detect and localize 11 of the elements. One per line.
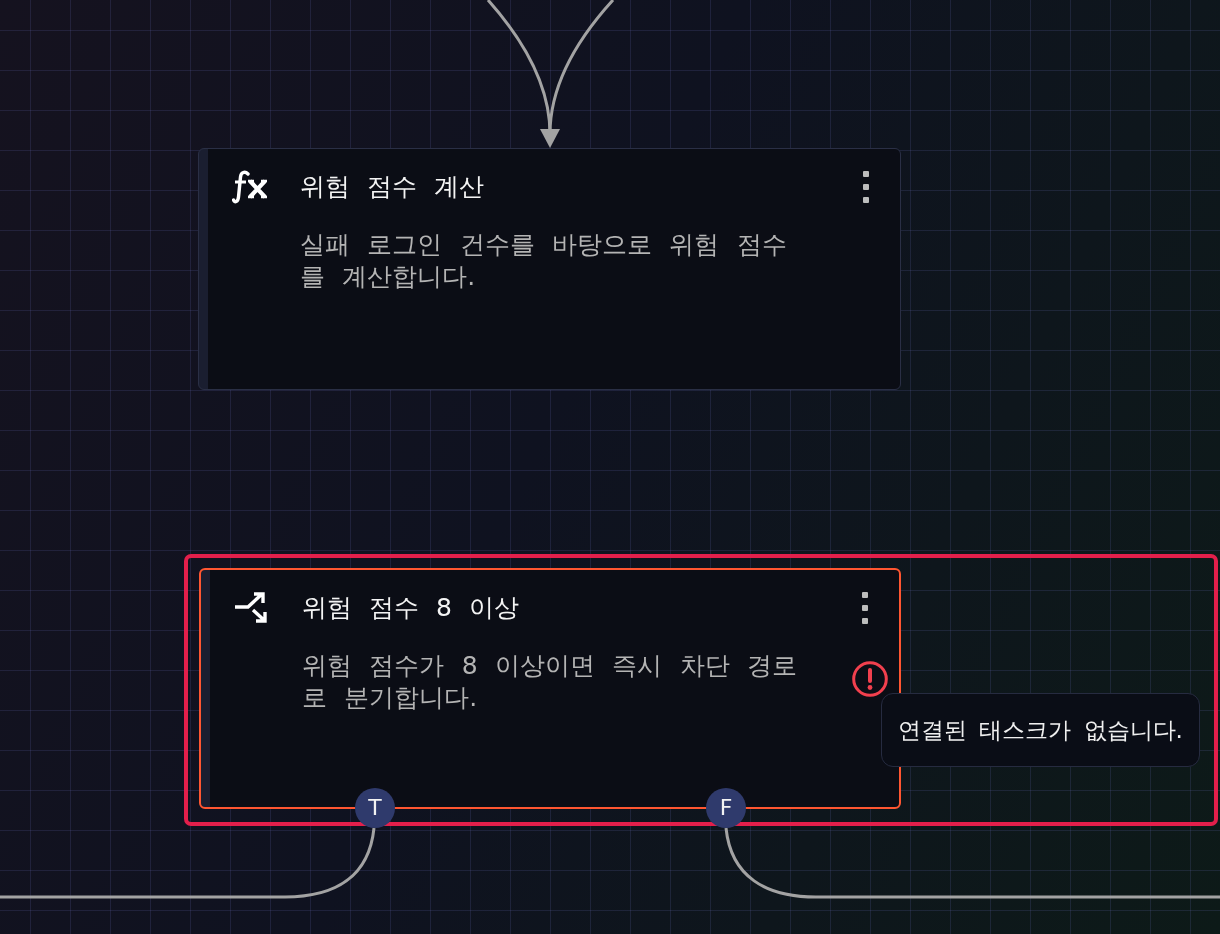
node-description: 실패 로그인 건수를 바탕으로 위험 점수를 계산합니다.	[300, 229, 788, 293]
flow-node-card[interactable]: 위험 점수 계산 실패 로그인 건수를 바탕으로 위험 점수를 계산합니다.	[198, 148, 901, 390]
branch-arrows-icon	[234, 591, 270, 623]
vertical-dots-icon	[863, 171, 869, 203]
error-icon	[851, 661, 888, 697]
function-icon	[232, 170, 268, 204]
node-description: 위험 점수가 8 이상이면 즉시 차단 경로로 분기합니다.	[302, 650, 798, 714]
node-title: 위험 점수 8 이상	[302, 592, 520, 624]
vertical-dots-icon	[862, 592, 868, 624]
error-tooltip: 연결된 태스크가 없습니다.	[881, 693, 1200, 767]
node-title: 위험 점수 계산	[300, 171, 485, 203]
